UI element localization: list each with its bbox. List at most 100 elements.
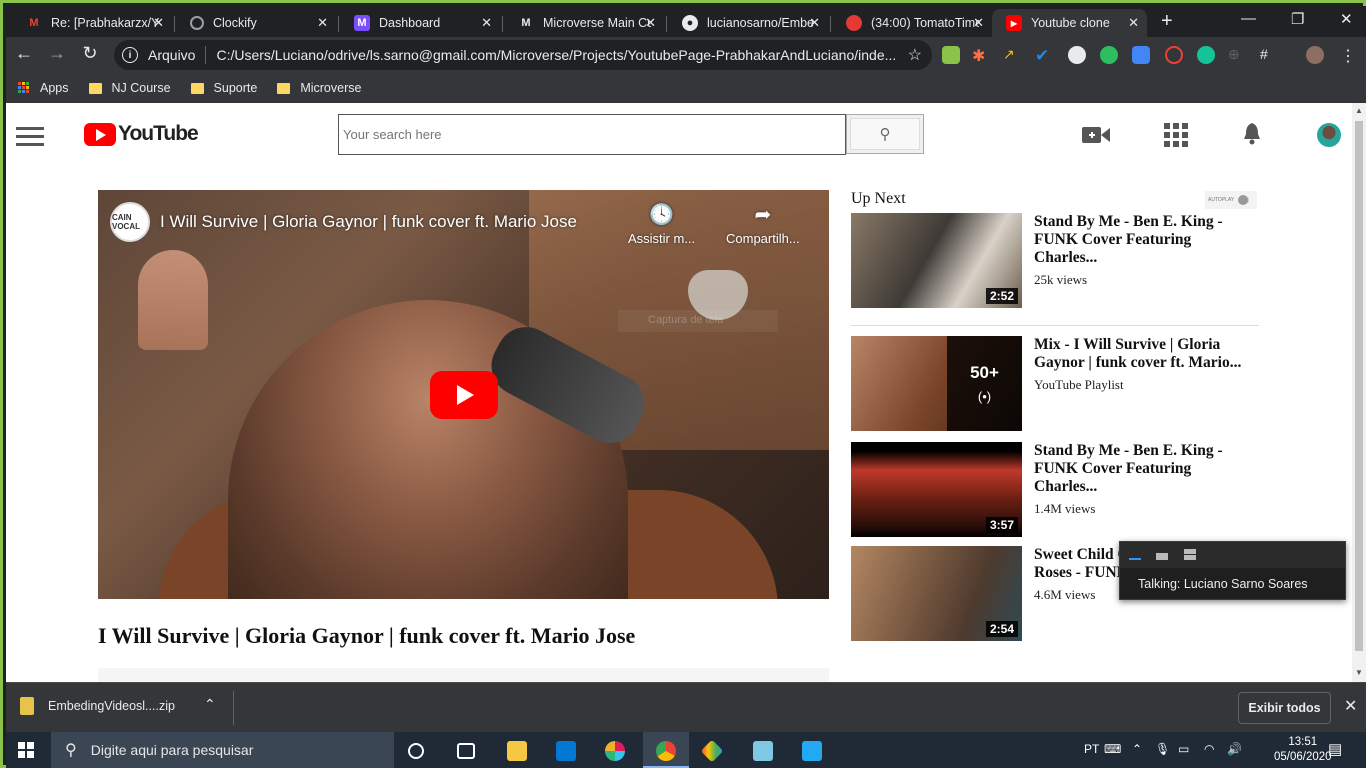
autoplay-toggle[interactable]: AUTOPLAY (1205, 191, 1257, 209)
page-scrollbar[interactable]: ▲ ▼ (1352, 103, 1366, 682)
extension-circle-icon[interactable] (1068, 46, 1086, 64)
taskbar-search[interactable]: ⚲ Digite aqui para pesquisar (51, 732, 394, 768)
upnext-item[interactable]: 3:57 Stand By Me - Ben E. King - FUNK Co… (851, 442, 1261, 537)
video-thumbnail[interactable]: 2:52 (851, 213, 1022, 308)
upnext-title[interactable]: Mix - I Will Survive | Gloria Gaynor | f… (1034, 336, 1254, 372)
video-title-overlay[interactable]: I Will Survive | Gloria Gaynor | funk co… (160, 212, 577, 232)
user-avatar[interactable] (1317, 123, 1341, 147)
reload-icon[interactable]: ↻ (78, 43, 102, 64)
gitkraken-icon[interactable] (700, 739, 724, 763)
compact-view-icon[interactable] (1156, 553, 1168, 560)
keyboard-icon[interactable]: ⌨ (1104, 742, 1121, 756)
menu-icon[interactable]: ⋮ (1340, 46, 1358, 65)
new-tab-icon[interactable]: + (1161, 10, 1173, 33)
address-bar[interactable]: i Arquivo C:/Users/Luciano/odrive/ls.sar… (114, 40, 932, 70)
play-button-icon[interactable] (430, 371, 498, 419)
upnext-title[interactable]: Stand By Me - Ben E. King - FUNK Cover F… (1034, 442, 1254, 496)
notes-icon[interactable] (753, 741, 773, 761)
evernote-icon[interactable] (1100, 46, 1118, 64)
scrollbar-thumb[interactable] (1355, 121, 1363, 651)
url-text[interactable]: C:/Users/Luciano/odrive/ls.sarno@gmail.c… (216, 47, 896, 63)
grammarly-icon[interactable] (1197, 46, 1215, 64)
extension-pin-icon[interactable]: ⊕ (1228, 46, 1246, 64)
close-icon[interactable]: ✕ (317, 15, 328, 31)
chevron-up-icon[interactable]: ⌃ (1132, 742, 1142, 756)
battery-icon[interactable]: ▭ (1178, 742, 1189, 756)
minimize-icon[interactable]: — (1241, 10, 1256, 27)
chevron-up-icon[interactable]: ⌃ (204, 696, 216, 713)
chrome-icon[interactable] (656, 741, 676, 761)
wifi-icon[interactable]: ◠ (1204, 742, 1214, 756)
extension-green-icon[interactable] (942, 46, 960, 64)
bookmark-apps[interactable]: Apps (18, 81, 69, 95)
file-explorer-icon[interactable] (507, 741, 527, 761)
close-shelf-icon[interactable]: ✕ (1344, 696, 1357, 716)
notifications-icon[interactable] (1242, 123, 1262, 150)
close-icon[interactable]: ✕ (973, 15, 984, 31)
show-all-button[interactable]: Exibir todos (1238, 692, 1331, 724)
upnext-item[interactable]: 50+ (•) Mix - I Will Survive | Gloria Ga… (851, 336, 1261, 431)
scroll-up-icon[interactable]: ▲ (1355, 106, 1363, 115)
channel-avatar[interactable]: CAIN VOCAL (110, 202, 150, 242)
profile-avatar[interactable] (1306, 46, 1324, 64)
extension-hash-icon[interactable]: # (1260, 46, 1278, 64)
cortana-icon[interactable] (408, 743, 424, 759)
bookmark-suporte[interactable]: Suporte (190, 81, 257, 95)
windows-start-icon[interactable] (18, 742, 34, 758)
expanded-view-icon[interactable] (1184, 549, 1196, 560)
forward-icon[interactable]: → (45, 43, 69, 64)
language-indicator[interactable]: PT (1084, 742, 1099, 756)
notifications-center-icon[interactable]: ▤ (1328, 740, 1342, 758)
video-thumbnail[interactable]: 50+ (•) (851, 336, 1022, 431)
close-icon[interactable]: ✕ (809, 15, 820, 31)
close-icon[interactable]: ✕ (645, 15, 656, 31)
task-view-icon[interactable] (457, 743, 475, 759)
store-icon[interactable] (556, 741, 576, 761)
create-video-icon[interactable] (1082, 125, 1110, 150)
close-icon[interactable]: ✕ (153, 15, 164, 31)
extension-badge-icon[interactable] (1165, 46, 1183, 64)
tab-gmail[interactable]: M Re: [Prabhakarzx/Yo ✕ (12, 9, 172, 37)
watch-later-button[interactable]: 🕓 Assistir m... (628, 202, 695, 246)
vscode-icon[interactable] (802, 741, 822, 761)
volume-icon[interactable]: 🔊 (1227, 742, 1242, 756)
download-item[interactable]: EmbedingVideosl....zip (20, 697, 175, 715)
clock[interactable]: 13:51 05/06/2020 (1274, 735, 1332, 765)
bookmark-star-icon[interactable]: ☆ (908, 45, 922, 65)
search-button[interactable]: ⚲ (846, 114, 924, 154)
tab-dashboard[interactable]: M Dashboard ✕ (340, 9, 500, 37)
upnext-title[interactable]: Stand By Me - Ben E. King - FUNK Cover F… (1034, 213, 1254, 267)
upnext-meta: YouTube Playlist (1034, 377, 1124, 392)
tab-youtube-clone[interactable]: ▶ Youtube clone ✕ (992, 9, 1147, 37)
bookmark-microverse[interactable]: Microverse (277, 81, 361, 95)
extension-arrow-icon[interactable]: ↗ (1003, 46, 1021, 64)
search-input[interactable] (338, 114, 846, 155)
bookmark-nj-course[interactable]: NJ Course (88, 81, 171, 95)
close-icon[interactable]: ✕ (1128, 15, 1139, 31)
video-player[interactable]: Captura de tela CAIN VOCAL I Will Surviv… (98, 190, 829, 599)
extension-asterisk-icon[interactable]: ✱ (972, 46, 990, 65)
video-thumbnail[interactable]: 3:57 (851, 442, 1022, 537)
tab-tomatotimer[interactable]: (34:00) TomatoTime ✕ (832, 9, 992, 37)
apps-icon[interactable] (1164, 123, 1188, 152)
youtube-logo[interactable]: YouTube (84, 122, 199, 146)
back-icon[interactable]: ← (12, 43, 36, 64)
close-icon[interactable]: ✕ (481, 15, 492, 31)
tab-microverse-main[interactable]: M Microverse Main Cu ✕ (504, 9, 664, 37)
microphone-icon[interactable]: 🎙 (1155, 742, 1170, 756)
translate-icon[interactable] (1132, 46, 1150, 64)
hamburger-menu-icon[interactable] (16, 127, 44, 151)
autoplay-label: AUTOPLAY (1208, 197, 1235, 203)
extension-check-icon[interactable]: ✔ (1035, 46, 1053, 65)
tab-github[interactable]: ● lucianosarno/Embe ✕ (668, 9, 828, 37)
upnext-item[interactable]: 2:52 Stand By Me - Ben E. King - FUNK Co… (851, 213, 1261, 308)
video-thumbnail[interactable]: 2:54 (851, 546, 1022, 641)
close-window-icon[interactable]: ✕ (1340, 10, 1353, 28)
tab-clockify[interactable]: Clockify ✕ (176, 9, 336, 37)
scroll-down-icon[interactable]: ▼ (1355, 668, 1363, 677)
slack-icon[interactable] (605, 741, 625, 761)
minimize-view-icon[interactable] (1129, 558, 1141, 560)
share-button[interactable]: ➦ Compartilh... (726, 202, 800, 246)
restore-icon[interactable]: ❐ (1291, 10, 1304, 28)
info-icon[interactable]: i (122, 47, 138, 63)
